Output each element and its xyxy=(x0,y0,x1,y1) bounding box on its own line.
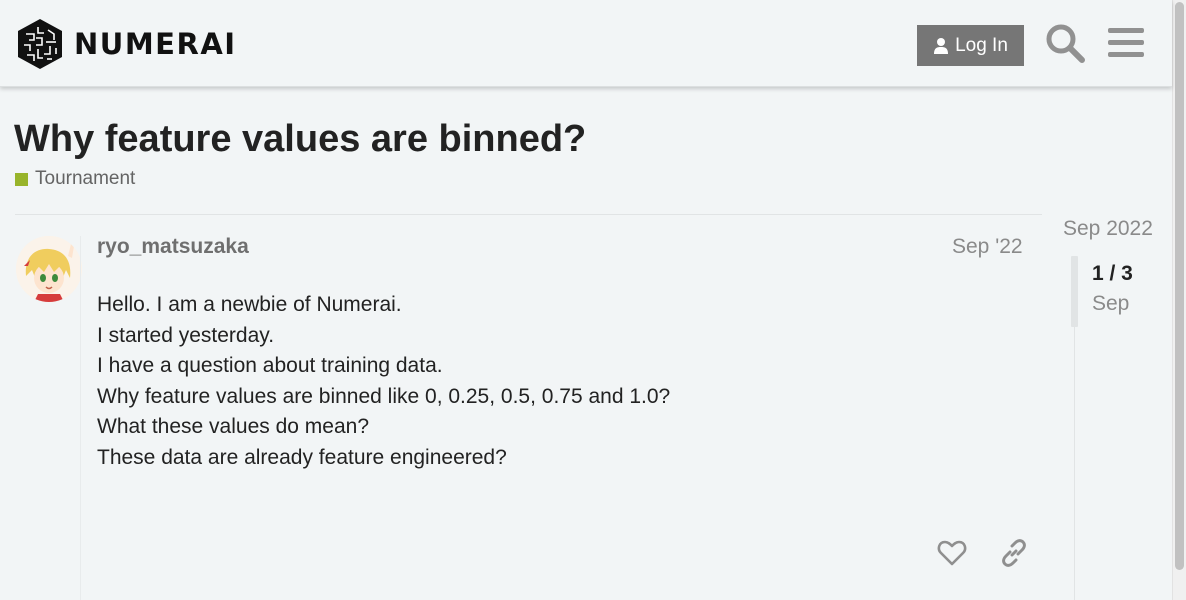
log-in-label: Log In xyxy=(955,34,1008,56)
post-line: I have a question about training data. xyxy=(97,354,443,377)
post-line: Why feature values are binned like 0, 0.… xyxy=(97,384,671,408)
category-color-swatch xyxy=(15,172,28,186)
brand-name: NUMERAI xyxy=(74,27,237,61)
post-body: Hello. I am a newbie of Numerai. I start… xyxy=(97,290,670,473)
category-name: Tournament xyxy=(35,168,136,189)
post-line: I started yesterday. xyxy=(97,323,275,347)
timeline-month: Sep xyxy=(1092,292,1130,315)
topic-title[interactable]: Why feature values are binned? xyxy=(14,118,586,161)
user-avatar[interactable] xyxy=(16,236,82,302)
post-line: These data are already feature engineere… xyxy=(97,445,507,469)
post-date[interactable]: Sep '22 xyxy=(952,235,1023,259)
timeline-handle[interactable] xyxy=(1071,256,1078,327)
category-badge[interactable]: Tournament xyxy=(15,168,135,190)
post-author[interactable]: ryo_matsuzaka xyxy=(97,235,249,259)
link-icon[interactable] xyxy=(999,538,1029,568)
log-in-button[interactable]: Log In xyxy=(917,25,1024,66)
page-scrollbar[interactable] xyxy=(1172,0,1186,600)
numerai-logo-mark xyxy=(18,19,62,69)
numerai-logo[interactable]: NUMERAI xyxy=(16,18,237,70)
avatar-image xyxy=(16,236,82,302)
timeline-position: 1 / 3 xyxy=(1092,262,1133,285)
topic-page: NUMERAI Log In Why feature values are bi… xyxy=(0,0,1186,600)
timeline-start-date[interactable]: Sep 2022 xyxy=(1063,217,1153,241)
topic-divider xyxy=(15,214,1042,215)
post-line: Hello. I am a newbie of Numerai. xyxy=(97,293,402,316)
scrollbar-thumb[interactable] xyxy=(1175,2,1184,570)
site-header: NUMERAI Log In xyxy=(0,0,1172,87)
post-line: What these values do mean? xyxy=(97,415,369,438)
heart-icon[interactable] xyxy=(937,538,967,568)
post-left-rule xyxy=(80,236,81,600)
user-icon xyxy=(934,38,949,54)
search-icon[interactable] xyxy=(1045,23,1085,63)
hamburger-menu-icon[interactable] xyxy=(1108,26,1144,60)
